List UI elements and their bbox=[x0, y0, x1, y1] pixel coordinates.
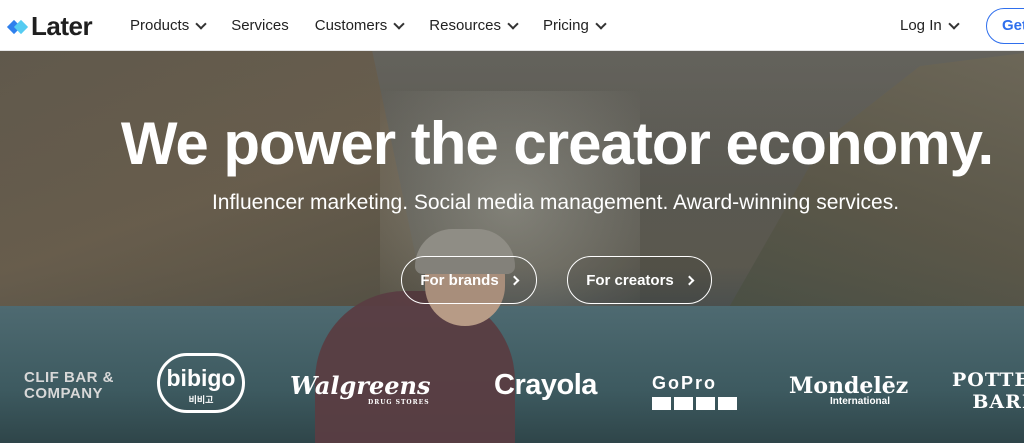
menu-item-customers[interactable]: Customers bbox=[314, 17, 405, 34]
later-diamond-icon bbox=[6, 17, 29, 37]
bibigo-logo: bibigo 비비고 bbox=[157, 353, 245, 413]
top-navigation: Later Products Services Customers Resour… bbox=[0, 0, 1024, 51]
menu-item-resources[interactable]: Resources bbox=[429, 17, 519, 34]
brand-name: Later bbox=[31, 11, 93, 41]
gopro-logo: GoPro bbox=[652, 373, 740, 410]
menu-item-products[interactable]: Products bbox=[130, 17, 207, 34]
chevron-down-icon bbox=[195, 17, 207, 30]
menu-item-label: Pricing bbox=[542, 17, 589, 34]
chevron-right-icon bbox=[509, 275, 520, 285]
chevron-down-icon bbox=[595, 17, 607, 30]
menu-item-label: Resources bbox=[429, 17, 501, 34]
pottery-barn-logo: POTTERY BARN bbox=[952, 369, 1024, 413]
later-logo[interactable]: Later bbox=[6, 11, 93, 42]
main-menu: Products Services Customers Resources Pr… bbox=[130, 0, 631, 51]
menu-item-label: Services bbox=[231, 17, 289, 34]
menu-item-services[interactable]: Services bbox=[231, 17, 289, 34]
walgreens-logo: Walgreens DRUG STORES bbox=[290, 371, 431, 406]
get-started-button[interactable]: Get bbox=[986, 8, 1024, 44]
chevron-down-icon bbox=[948, 17, 960, 30]
for-brands-button[interactable]: For brands bbox=[401, 256, 537, 304]
menu-item-pricing[interactable]: Pricing bbox=[542, 17, 607, 34]
crayola-logo: Crayola bbox=[494, 369, 597, 401]
chevron-right-icon bbox=[684, 275, 695, 285]
chevron-down-icon bbox=[393, 17, 405, 30]
clif-bar-logo: CLIF BAR & COMPANY bbox=[24, 369, 114, 402]
customer-logos-strip: CLIF BAR & COMPANY bibigo 비비고 Walgreens … bbox=[0, 349, 1024, 429]
menu-item-label: Customers bbox=[314, 17, 388, 34]
for-creators-label: For creators bbox=[586, 271, 674, 289]
for-brands-label: For brands bbox=[420, 271, 499, 289]
hero-subline: Influencer marketing. Social media manag… bbox=[211, 191, 900, 214]
hero-headline: We power the creator economy. bbox=[120, 110, 994, 177]
login-link[interactable]: Log In bbox=[900, 0, 960, 51]
mondelez-logo: Mondelēz International bbox=[789, 373, 909, 407]
chevron-down-icon bbox=[507, 17, 519, 30]
login-label: Log In bbox=[900, 17, 942, 34]
for-creators-button[interactable]: For creators bbox=[567, 256, 712, 304]
hero-section: We power the creator economy. Influencer… bbox=[0, 51, 1024, 443]
menu-item-label: Products bbox=[130, 17, 190, 34]
